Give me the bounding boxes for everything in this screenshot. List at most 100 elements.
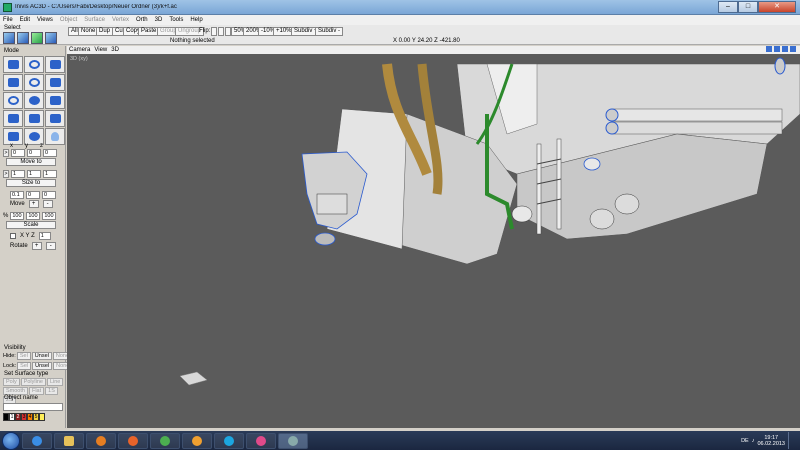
move-minus-button[interactable]: - xyxy=(42,200,53,208)
size-to-button[interactable]: Size to xyxy=(6,179,56,187)
hide-unsel-button[interactable]: Unsel xyxy=(31,352,52,360)
menu-edit[interactable]: Edit xyxy=(20,17,30,23)
circle-mode-button[interactable] xyxy=(3,92,23,109)
rotate-mode-button[interactable] xyxy=(24,56,44,73)
extrude-mode-button[interactable] xyxy=(45,56,65,73)
line-mode-button[interactable] xyxy=(24,74,44,91)
size-z-field[interactable]: 1 xyxy=(43,170,57,178)
move-mode-button[interactable] xyxy=(3,56,23,73)
lock-unsel-button[interactable]: Unsel xyxy=(32,362,53,370)
surface-1s-button[interactable]: 1S xyxy=(45,387,58,395)
cursor-coordinates: X 0.00 Y 24.20 Z -421.80 xyxy=(393,38,460,44)
surface-line-button[interactable]: Line xyxy=(46,378,64,386)
taskbar-app[interactable] xyxy=(246,432,276,449)
taskbar-skype[interactable] xyxy=(214,432,244,449)
select-vertex-icon[interactable] xyxy=(45,32,57,44)
poly-mode-button[interactable] xyxy=(45,74,65,91)
cone-mode-button[interactable] xyxy=(45,110,65,127)
flip-x-button[interactable] xyxy=(211,27,217,36)
step-y-field[interactable]: 0 xyxy=(26,191,40,199)
size-arrow[interactable]: > xyxy=(3,170,9,178)
taskbar-explorer[interactable] xyxy=(54,432,84,449)
step-z-field[interactable]: 0 xyxy=(42,191,56,199)
rotate-angle-field[interactable]: 1 xyxy=(38,232,51,240)
disk-mode-button[interactable] xyxy=(24,92,44,109)
surface-poly-button[interactable]: Poly xyxy=(3,378,20,386)
grid-mode-button[interactable] xyxy=(24,110,44,127)
viewport-arrows-icon[interactable] xyxy=(766,46,772,52)
menu-surface[interactable]: Surface xyxy=(84,17,105,23)
clock[interactable]: 19:17 06.02.2013 xyxy=(757,435,785,447)
start-button[interactable] xyxy=(2,431,20,450)
maximize-button[interactable]: □ xyxy=(738,1,758,13)
toolbar: Select All None Dup Cut Copy Paste Group… xyxy=(0,25,800,45)
move-plus-button[interactable]: + xyxy=(28,200,39,208)
size-x-field[interactable]: 1 xyxy=(11,170,25,178)
scale-x-field[interactable]: 100 xyxy=(10,212,25,220)
menu-orth[interactable]: Orth xyxy=(136,17,148,23)
3d-menu[interactable]: 3D xyxy=(111,47,119,53)
menu-vertex[interactable]: Vertex xyxy=(112,17,129,23)
vertex-mode-button[interactable] xyxy=(3,74,23,91)
rotate-axis-checkbox[interactable] xyxy=(10,233,16,239)
move-arrow[interactable]: > xyxy=(3,149,9,157)
scale-y-field[interactable]: 100 xyxy=(26,212,41,220)
move-to-button[interactable]: Move to xyxy=(6,158,56,166)
taskbar-firefox[interactable] xyxy=(118,432,148,449)
select-object-icon[interactable] xyxy=(17,32,29,44)
view-menu[interactable]: View xyxy=(94,47,107,53)
taskbar-media[interactable] xyxy=(86,432,116,449)
taskbar-ie[interactable] xyxy=(22,432,52,449)
menu-tools[interactable]: Tools xyxy=(169,17,183,23)
taskbar-tool[interactable] xyxy=(182,432,212,449)
menu-object[interactable]: Object xyxy=(60,17,77,23)
scale-button[interactable]: Scale xyxy=(6,221,56,229)
mesh-mode-button[interactable] xyxy=(45,92,65,109)
rotate-minus-button[interactable]: - xyxy=(45,242,56,250)
window-title: Inivis AC3D - C:/Users/Fabi/Desktop/Neue… xyxy=(15,4,177,10)
close-button[interactable]: ✕ xyxy=(758,1,796,13)
taskbar-chrome[interactable] xyxy=(150,432,180,449)
scale-z-field[interactable]: 100 xyxy=(42,212,57,220)
camera-menu[interactable]: Camera xyxy=(69,47,90,53)
3d-viewport[interactable]: Camera View 3D 3D (xy) xyxy=(67,46,800,429)
viewport-rotate-icon[interactable] xyxy=(790,46,796,52)
app-icon xyxy=(3,2,12,12)
rotate-axes-row: X Y Z 1 xyxy=(10,232,51,240)
taskbar-ac3d[interactable] xyxy=(278,432,308,449)
lock-sel-button[interactable]: Sel xyxy=(17,362,32,370)
3d-model-scene[interactable] xyxy=(67,54,800,429)
show-desktop-button[interactable] xyxy=(788,432,796,449)
select-group-icon[interactable] xyxy=(3,32,15,44)
dup-button[interactable]: Dup xyxy=(96,27,114,36)
windows-taskbar: DE ♪ 19:17 06.02.2013 xyxy=(0,431,800,450)
box-mode-button[interactable] xyxy=(3,110,23,127)
select-surface-icon[interactable] xyxy=(31,32,43,44)
object-name-field[interactable] xyxy=(3,403,63,411)
surface-polyline-button[interactable]: Polyline xyxy=(20,378,46,386)
menu-views[interactable]: Views xyxy=(37,17,53,23)
minimize-button[interactable]: – xyxy=(718,1,738,13)
move-x-field[interactable]: 0 xyxy=(11,149,25,157)
box-icon xyxy=(7,114,19,123)
flip-y-button[interactable] xyxy=(218,27,224,36)
move-z-field[interactable]: 0 xyxy=(43,149,57,157)
light-mode-button[interactable] xyxy=(45,128,65,145)
viewport-zoom-icon[interactable] xyxy=(782,46,788,52)
viewport-move-icon[interactable] xyxy=(774,46,780,52)
subdiv-minus-button[interactable]: Subdiv - xyxy=(315,27,344,36)
hide-sel-button[interactable]: Sel xyxy=(16,352,31,360)
menu-help[interactable]: Help xyxy=(190,17,202,23)
move-y-field[interactable]: 0 xyxy=(27,149,41,157)
step-x-field[interactable]: 0.1 xyxy=(10,191,24,199)
object-name-label: Object name xyxy=(4,395,39,401)
language-indicator[interactable]: DE xyxy=(741,438,749,444)
palette-swatch-6[interactable] xyxy=(39,413,45,421)
surface-flat-button[interactable]: Flat xyxy=(28,387,45,395)
rotate-plus-button[interactable]: + xyxy=(31,242,42,250)
menu-file[interactable]: File xyxy=(3,17,13,23)
size-y-field[interactable]: 1 xyxy=(27,170,41,178)
menu-3d[interactable]: 3D xyxy=(155,17,163,23)
volume-icon[interactable]: ♪ xyxy=(752,438,755,444)
surface-smooth-button[interactable]: Smooth xyxy=(3,387,28,395)
